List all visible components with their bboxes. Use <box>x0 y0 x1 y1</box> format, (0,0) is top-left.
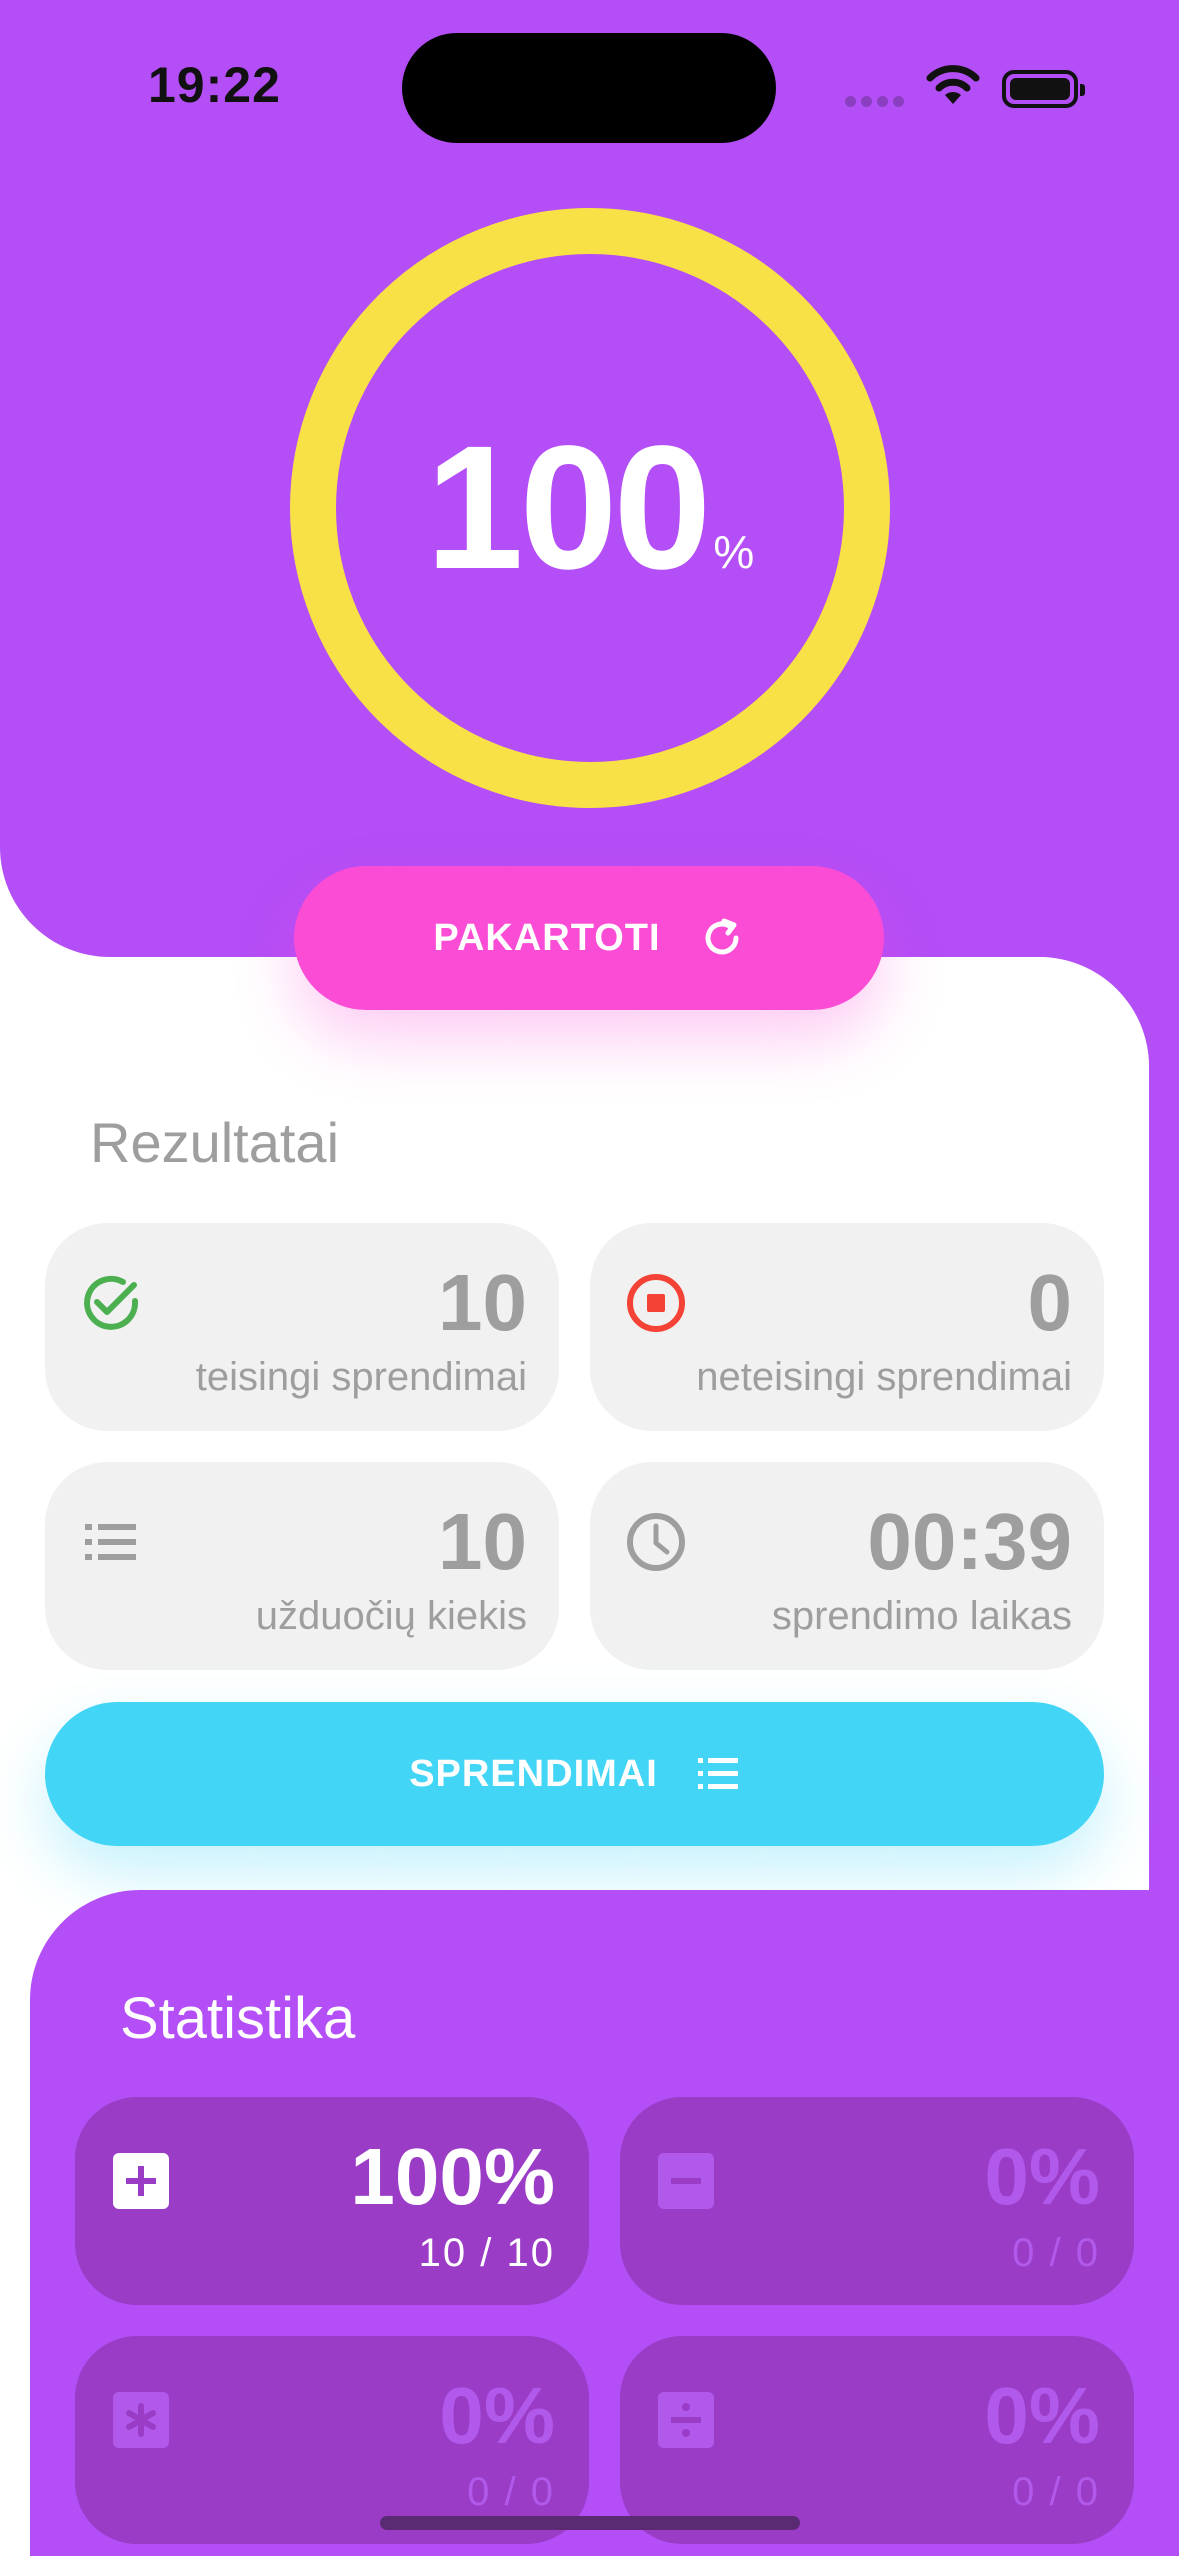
correct-card: 10 teisingi sprendimai <box>45 1223 559 1431</box>
addition-stat-card: 100% 10 / 10 <box>75 2097 589 2305</box>
incorrect-label: neteisingi sprendimai <box>696 1355 1072 1399</box>
score-value: 100 <box>425 410 712 606</box>
card-edge-fill <box>1149 957 1179 1890</box>
score-display: 100 % <box>336 254 844 762</box>
correct-label: teisingi sprendimai <box>195 1355 527 1399</box>
results-title: Rezultatai <box>90 1111 340 1174</box>
repeat-button[interactable]: PAKARTOTI <box>294 866 884 1010</box>
correct-count: 10 <box>438 1258 527 1347</box>
task-count: 10 <box>438 1497 527 1586</box>
task-count-card: 10 užduočių kiekis <box>45 1462 559 1670</box>
asterisk-box-icon <box>113 2392 169 2448</box>
time-card: 00:39 sprendimo laikas <box>590 1462 1104 1670</box>
battery-icon <box>1002 70 1085 108</box>
subtraction-stat-card: 0% 0 / 0 <box>620 2097 1134 2305</box>
refresh-icon <box>705 918 739 955</box>
multiplication-percent: 0% <box>439 2371 555 2460</box>
addition-fraction: 10 / 10 <box>418 2231 555 2275</box>
division-stat-card: 0% 0 / 0 <box>620 2336 1134 2544</box>
status-bar: 19:22 <box>0 0 1179 175</box>
list-icon <box>85 1524 136 1560</box>
score-ring: 100 % <box>290 208 890 808</box>
incorrect-card: 0 neteisingi sprendimai <box>590 1223 1104 1431</box>
statistics-title: Statistika <box>120 1986 356 2051</box>
solutions-button-label: SPRENDIMAI <box>409 1752 658 1795</box>
solutions-button[interactable]: SPRENDIMAI <box>45 1702 1104 1846</box>
plus-box-icon <box>113 2153 169 2209</box>
divide-box-icon <box>658 2392 714 2448</box>
list-icon <box>697 1758 738 1789</box>
subtraction-percent: 0% <box>984 2132 1100 2221</box>
multiplication-stat-card: 0% 0 / 0 <box>75 2336 589 2544</box>
stop-circle-icon <box>627 1274 685 1332</box>
score-unit: % <box>713 526 755 578</box>
solve-time-label: sprendimo laikas <box>771 1594 1072 1638</box>
solve-time: 00:39 <box>867 1497 1072 1586</box>
repeat-button-label: PAKARTOTI <box>433 916 661 959</box>
task-count-label: užduočių kiekis <box>255 1594 527 1638</box>
multiplication-fraction: 0 / 0 <box>467 2470 555 2514</box>
division-percent: 0% <box>984 2371 1100 2460</box>
subtraction-fraction: 0 / 0 <box>1012 2231 1100 2275</box>
wifi-icon <box>926 65 980 104</box>
incorrect-count: 0 <box>1027 1258 1073 1347</box>
check-circle-icon <box>84 1275 139 1330</box>
dynamic-island <box>402 33 776 143</box>
minus-box-icon <box>658 2153 714 2209</box>
home-indicator[interactable] <box>380 2516 800 2530</box>
status-icons <box>845 60 1085 116</box>
division-fraction: 0 / 0 <box>1012 2470 1100 2514</box>
clock-icon <box>627 1513 685 1571</box>
addition-percent: 100% <box>350 2132 555 2221</box>
status-time: 19:22 <box>148 57 281 113</box>
